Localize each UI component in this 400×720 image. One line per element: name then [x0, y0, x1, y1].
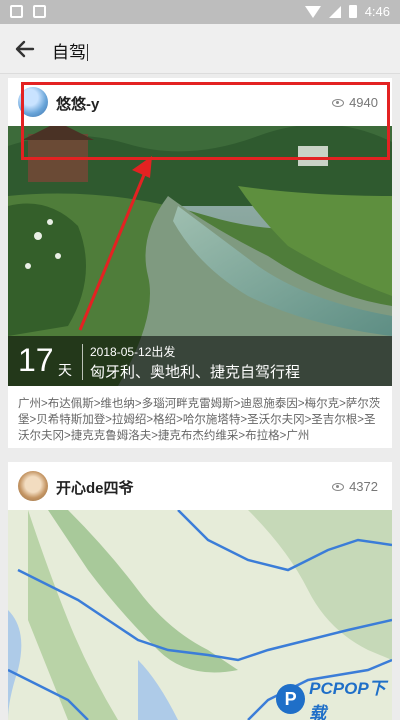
watermark-text: PCPOP下载	[309, 679, 386, 720]
notification-icon	[10, 5, 23, 18]
username[interactable]: 悠悠-y	[56, 93, 99, 114]
trip-route: 广州>布达佩斯>维也纳>多瑙河畔克雷姆斯>迪恩施泰因>梅尔克>萨尔茨堡>贝希特斯…	[18, 398, 381, 442]
view-count-value: 4940	[349, 95, 378, 110]
status-bar: 4:46	[0, 0, 400, 24]
avatar[interactable]	[18, 471, 48, 501]
status-time: 4:46	[364, 4, 390, 19]
search-app-bar: 自驾	[0, 24, 400, 74]
trip-card[interactable]: 悠悠-y 4940 17 天 2018-05-12出发 匈牙利、奥地利、捷克自驾…	[8, 78, 392, 448]
trip-start-date: 2018-05-12出发	[90, 345, 176, 359]
view-count-value: 4372	[349, 479, 378, 494]
card-header[interactable]: 开心de四爷 4372	[8, 462, 392, 510]
signal-icon	[328, 5, 341, 18]
trip-days-number: 17	[18, 342, 54, 378]
eye-icon	[332, 482, 345, 491]
image-notification-icon	[33, 5, 46, 18]
back-button[interactable]	[12, 36, 38, 62]
wifi-icon	[304, 5, 321, 18]
trip-title[interactable]: 匈牙利、奥地利、捷克自驾行程	[90, 361, 300, 382]
username[interactable]: 开心de四爷	[56, 477, 134, 498]
trip-cover-photo[interactable]: 17 天 2018-05-12出发 匈牙利、奥地利、捷克自驾行程	[8, 126, 392, 386]
search-input[interactable]: 自驾	[52, 38, 88, 63]
watermark-logo-icon: P	[276, 684, 306, 714]
arrow-left-icon	[15, 40, 35, 58]
avatar[interactable]	[18, 87, 48, 117]
battery-icon	[348, 5, 357, 18]
trip-days-unit: 天	[58, 362, 72, 378]
card-header[interactable]: 悠悠-y 4940	[8, 78, 392, 126]
watermark: P PCPOP下载	[276, 679, 400, 720]
view-count: 4940	[332, 95, 378, 110]
overlay-divider	[82, 344, 83, 380]
view-count: 4372	[332, 479, 378, 494]
eye-icon	[332, 98, 345, 107]
trip-info-overlay: 17 天 2018-05-12出发 匈牙利、奥地利、捷克自驾行程	[8, 336, 392, 386]
